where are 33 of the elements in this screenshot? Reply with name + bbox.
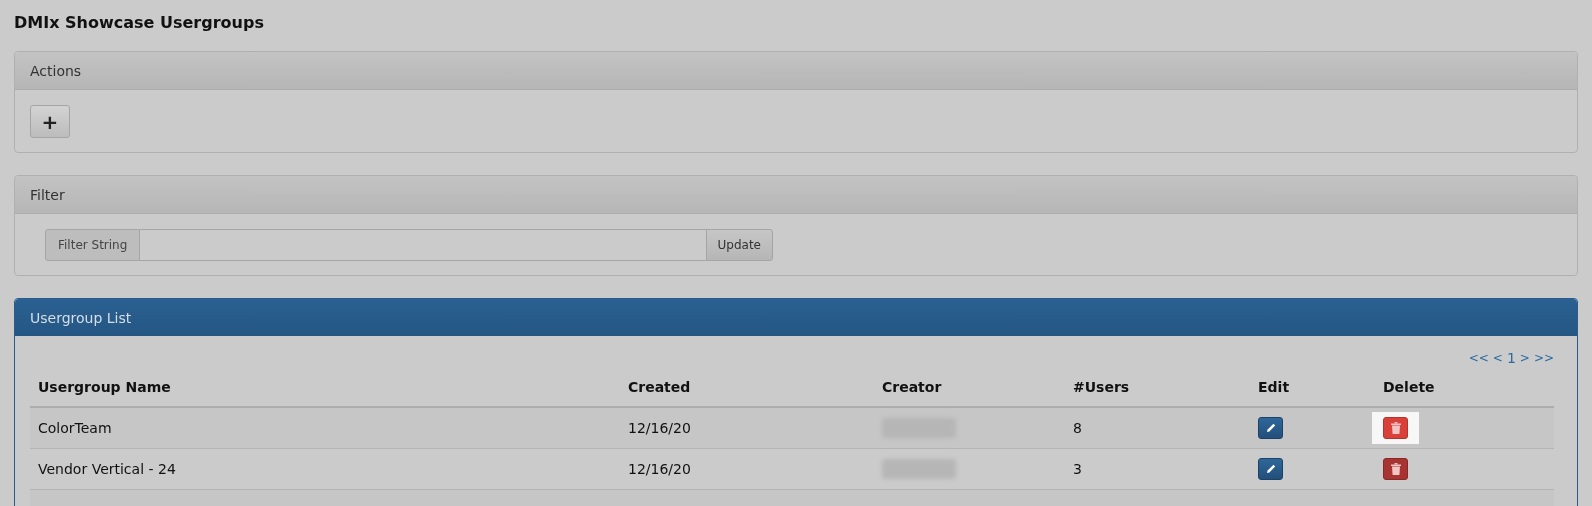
panel-title: Actions bbox=[30, 62, 82, 79]
delete-button[interactable] bbox=[1383, 417, 1408, 439]
add-button[interactable]: + bbox=[30, 105, 70, 138]
filter-input[interactable] bbox=[140, 229, 706, 261]
table-cell-text: 12/16/20 bbox=[627, 420, 691, 436]
pagination-link[interactable]: > bbox=[1519, 351, 1530, 365]
column-header: Creator bbox=[881, 379, 942, 395]
pagination-link[interactable]: 1 bbox=[1506, 350, 1516, 366]
table-cell-text: 12/16/20 bbox=[627, 461, 691, 477]
pagination-link[interactable]: < bbox=[1492, 351, 1503, 365]
panel-title: Usergroup List bbox=[30, 309, 132, 326]
column-header: Created bbox=[627, 379, 691, 395]
edit-button[interactable] bbox=[1258, 458, 1283, 480]
trash-icon bbox=[1390, 422, 1401, 434]
column-header: Usergroup Name bbox=[37, 379, 171, 395]
table-cell-text: 3 bbox=[1072, 461, 1082, 477]
column-header: Delete bbox=[1382, 379, 1435, 395]
panel-title: Filter bbox=[30, 186, 65, 203]
filter-label: Filter String bbox=[45, 229, 141, 261]
table-cell-text: ColorTeam bbox=[37, 420, 112, 436]
delete-button[interactable] bbox=[1383, 458, 1408, 480]
pencil-icon bbox=[1264, 463, 1277, 475]
update-button[interactable]: Update bbox=[705, 229, 773, 261]
trash-icon bbox=[1390, 463, 1401, 475]
pagination-link[interactable]: >> bbox=[1533, 351, 1554, 365]
table-cell-text: 8 bbox=[1072, 420, 1082, 436]
pencil-icon bbox=[1264, 422, 1277, 434]
column-header: #Users bbox=[1072, 379, 1130, 395]
table-cell-text: Vendor Vertical - 24 bbox=[37, 461, 176, 477]
pagination-link[interactable]: << bbox=[1468, 351, 1489, 365]
column-header: Edit bbox=[1257, 379, 1290, 395]
edit-button[interactable] bbox=[1258, 417, 1283, 439]
page-title: DMIx Showcase Usergroups bbox=[14, 13, 265, 32]
